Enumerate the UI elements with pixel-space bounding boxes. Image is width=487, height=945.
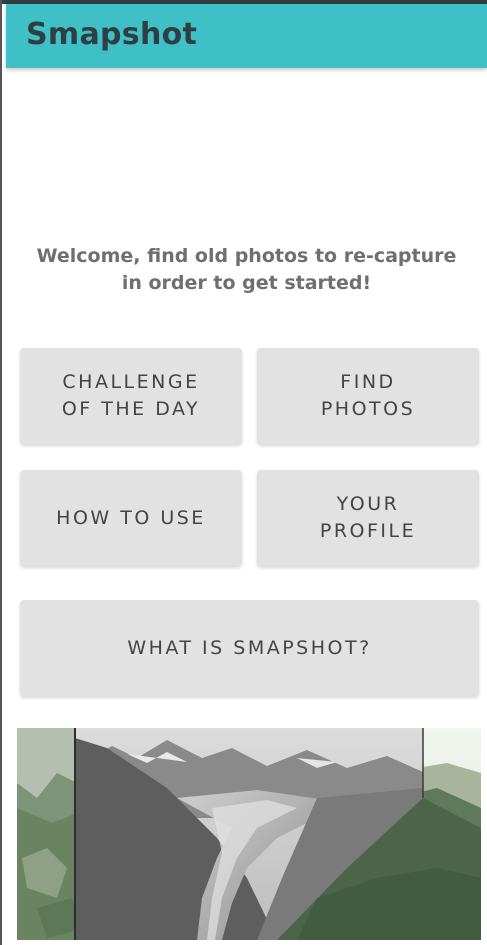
left-border — [0, 0, 2, 945]
what-is-smapshot-button[interactable]: WHAT IS SMAPSHOT? — [20, 600, 479, 696]
challenge-of-the-day-button[interactable]: CHALLENGE OF THE DAY — [20, 348, 242, 444]
app-screen: Smapshot Welcome, find old photos to re-… — [0, 0, 487, 945]
how-to-use-button[interactable]: HOW TO USE — [20, 470, 242, 566]
welcome-message: Welcome, find old photos to re-capture i… — [6, 243, 487, 297]
app-title: Smapshot — [26, 17, 198, 52]
hero-glacier-image — [17, 728, 481, 940]
find-photos-button[interactable]: FIND PHOTOS — [257, 348, 479, 444]
welcome-line-1: Welcome, find old photos to re-capture — [36, 245, 457, 267]
welcome-line-2: in order to get started! — [121, 272, 372, 294]
glacier-illustration — [17, 728, 481, 940]
app-bar: Smapshot — [6, 4, 487, 68]
your-profile-button[interactable]: YOUR PROFILE — [257, 470, 479, 566]
